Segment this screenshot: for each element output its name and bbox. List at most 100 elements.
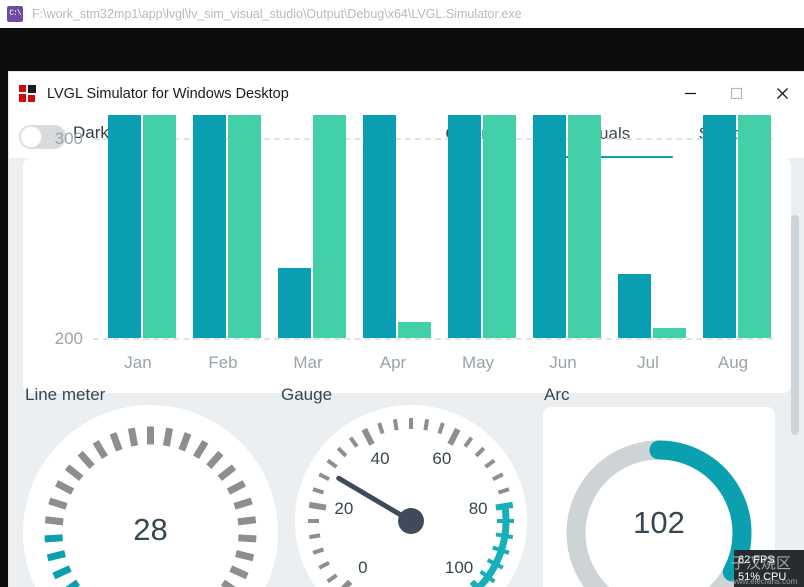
gauge-tick xyxy=(495,532,514,540)
fps-label: 62 FPS xyxy=(738,554,775,566)
chart-x-tick-label: May xyxy=(461,353,495,372)
gauge-tick-label: 80 xyxy=(468,499,488,519)
maximize-button[interactable] xyxy=(713,72,759,115)
chart-bar xyxy=(278,268,311,338)
line-meter-tick xyxy=(217,464,237,481)
chart-x-axis: Jan Feb Mar Apr May Jun Jul Aug xyxy=(93,353,783,383)
line-meter-tick xyxy=(65,579,81,587)
chart-bar xyxy=(483,115,516,338)
line-meter-tick xyxy=(226,480,246,495)
lvgl-logo-icon xyxy=(19,85,36,102)
gauge-tick xyxy=(484,458,496,469)
minimize-button[interactable] xyxy=(667,72,713,115)
chart-bar xyxy=(228,115,261,338)
lvgl-simulator-window: LVGL Simulator for Windows Desktop Dark … xyxy=(8,71,804,587)
chart-bar xyxy=(108,115,141,338)
toggle-knob xyxy=(20,126,42,148)
chart-bar xyxy=(703,115,736,338)
gauge-tick xyxy=(336,446,348,458)
chart-x-tick-label: Apr xyxy=(379,353,407,372)
line-meter-tick xyxy=(178,432,192,452)
chart-bar xyxy=(653,328,686,338)
gauge-tick xyxy=(423,418,430,431)
gauge-tick xyxy=(495,501,514,511)
gauge-tick xyxy=(437,422,445,435)
vertical-scrollbar[interactable] xyxy=(791,215,799,435)
chart-card: 300 200 Jan Feb Mar Apr May Jun Jul Aug xyxy=(23,115,791,393)
gauge-title: Gauge xyxy=(281,385,333,404)
line-meter-tick xyxy=(77,450,95,469)
performance-monitor: 62 FPS 51% CPU xyxy=(734,550,804,587)
chart-x-tick-label: Jun xyxy=(549,353,577,372)
line-meter-tick xyxy=(162,427,174,447)
chart-bar xyxy=(618,274,651,338)
gauge-tick xyxy=(326,573,338,584)
gauge-tick-label: 40 xyxy=(370,449,390,469)
chart-y-tick-label: 200 xyxy=(54,329,83,348)
chart-x-tick-label: Aug xyxy=(717,353,749,372)
line-meter-title: Line meter xyxy=(25,385,106,404)
console-icon: C:\ xyxy=(7,6,23,22)
gauge-tick xyxy=(474,446,486,458)
arc-value: 102 xyxy=(633,505,685,540)
gauge-tick xyxy=(497,487,510,495)
line-meter-tick xyxy=(52,565,72,580)
line-meter-tick xyxy=(229,565,249,580)
chart-x-tick-label: Jul xyxy=(637,353,659,372)
gauge-tick-label: 100 xyxy=(444,558,474,578)
window-titlebar[interactable]: LVGL Simulator for Windows Desktop xyxy=(9,72,804,115)
screen: C:\ F:\work_stm32mp1\app\lvgl\lv_sim_vis… xyxy=(0,0,804,587)
line-meter-tick xyxy=(46,550,66,562)
gauge-tick xyxy=(312,487,325,495)
window-controls xyxy=(667,72,804,115)
gauge-tick xyxy=(318,560,330,570)
chart-bar xyxy=(533,115,566,338)
chart-x-tick-label: Mar xyxy=(293,353,323,372)
arc-title: Arc xyxy=(544,385,570,404)
line-meter-tick xyxy=(55,480,75,495)
close-button[interactable] xyxy=(759,72,804,115)
gauge-tick xyxy=(447,427,461,446)
gauge-dial xyxy=(308,418,514,587)
chart-bar xyxy=(193,115,226,338)
gauge-tick-label: 0 xyxy=(358,558,368,578)
line-meter-tick xyxy=(220,579,236,587)
line-meter-tick xyxy=(193,439,209,460)
lvgl-canvas: Dark Controls Visuals Selectors 300200 J… xyxy=(9,115,804,587)
gauge-tick-label: 60 xyxy=(432,449,452,469)
bar-chart[interactable]: 300 200 xyxy=(55,115,773,348)
gauge-tick xyxy=(492,545,510,555)
gauge-tick xyxy=(326,458,338,469)
gauge-tick xyxy=(492,472,504,482)
line-meter-tick xyxy=(48,497,68,510)
chart-bar xyxy=(363,115,396,338)
line-meter-widget[interactable]: 28 xyxy=(23,405,278,587)
chart-bar xyxy=(568,115,601,338)
chart-gridline: 200 xyxy=(55,329,773,348)
cpu-label: 51% CPU xyxy=(738,571,787,583)
gauge-tick xyxy=(312,547,325,555)
console-titlebar: C:\ F:\work_stm32mp1\app\lvgl\lv_sim_vis… xyxy=(0,0,804,28)
line-meter-tick xyxy=(127,427,139,447)
line-meter-tick xyxy=(92,439,108,460)
window-title: LVGL Simulator for Windows Desktop xyxy=(47,85,289,102)
chart-bar xyxy=(738,115,771,338)
gauge-value: 28 xyxy=(295,583,527,587)
gauge-tick xyxy=(348,436,359,448)
line-meter-tick xyxy=(64,464,84,481)
line-meter-value: 28 xyxy=(133,512,168,547)
gauge-tick xyxy=(308,533,321,540)
console-path-label: F:\work_stm32mp1\app\lvgl\lv_sim_visual_… xyxy=(32,7,522,21)
chart-bar xyxy=(398,322,431,338)
gauge-widget[interactable]: 0 20 40 60 80 100 28 xyxy=(295,405,527,587)
gauge-needle-hub xyxy=(398,508,424,534)
gauge-tick xyxy=(463,436,474,448)
chart-y-tick-label: 300 xyxy=(54,129,83,148)
line-meter-tick xyxy=(109,432,123,452)
line-meter-ticks xyxy=(44,426,257,587)
chart-x-tick-label: Feb xyxy=(208,353,238,372)
gauge-tick-label: 20 xyxy=(334,499,354,519)
chart-bar xyxy=(143,115,176,338)
line-meter-tick xyxy=(206,450,224,469)
line-meter-tick xyxy=(233,497,253,510)
